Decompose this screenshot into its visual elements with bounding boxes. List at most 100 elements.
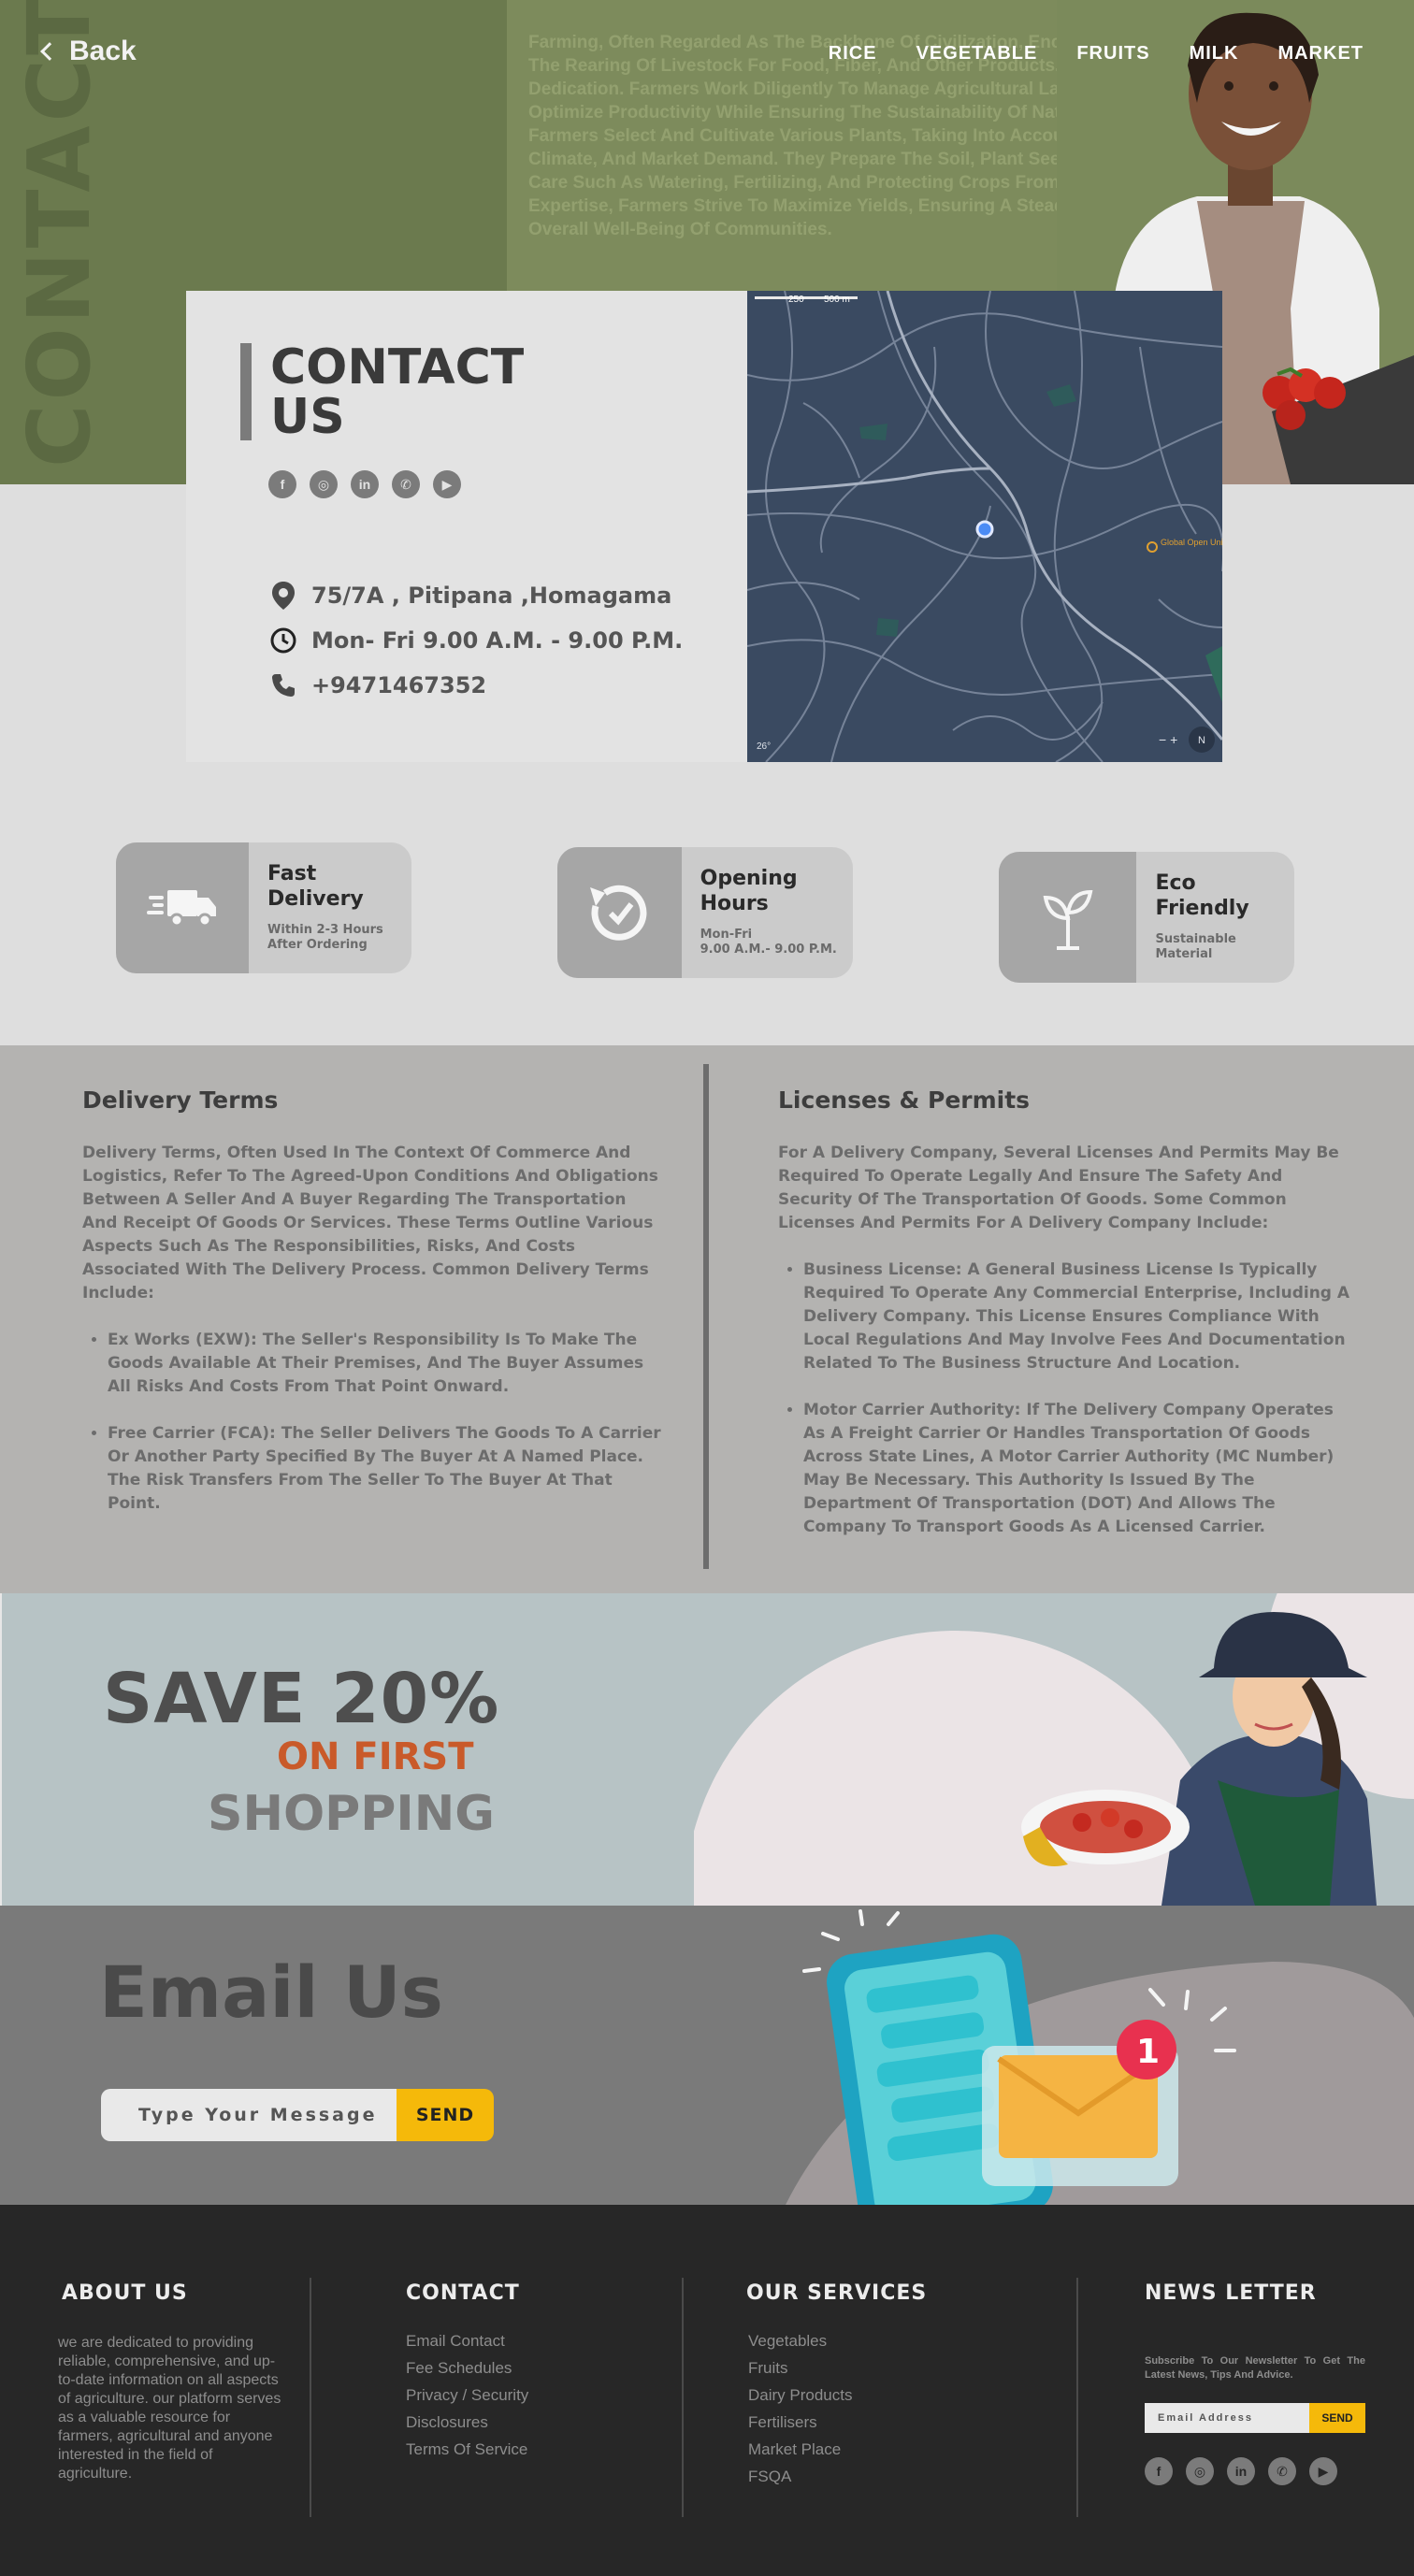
licenses-list: Business License: A General Business Lic… [778, 1259, 1358, 1539]
contact-title: CONTACT US [270, 339, 525, 445]
promo-photo [694, 1593, 1414, 1906]
footer-link-vegetables[interactable]: Vegetables [748, 2332, 852, 2351]
contact-hours-text: Mon- Fri 9.00 A.M. - 9.00 P.M. [311, 627, 684, 654]
delivery-terms: Delivery Terms Delivery Terms, Often Use… [82, 1087, 662, 1539]
footer-newsletter-text: Subscribe To Our Newsletter To Get The L… [1145, 2355, 1365, 2381]
footer-divider [682, 2278, 684, 2517]
whatsapp-icon[interactable]: ✆ [392, 470, 420, 498]
sprout-icon [999, 852, 1137, 983]
send-button[interactable]: SEND [397, 2089, 494, 2141]
map-scale-b: 500 m [824, 295, 850, 305]
promo-line-2: ON FIRST [277, 1735, 474, 1778]
email-illustration: 1 [786, 1909, 1414, 2205]
footer-services-links: Vegetables Fruits Dairy Products Fertili… [748, 2332, 852, 2486]
linkedin-icon[interactable]: in [351, 470, 379, 498]
footer-contact-title: CONTACT [406, 2281, 520, 2305]
main-nav: RICE VEGETABLE FRUITS MILK MARKET [829, 43, 1364, 65]
instagram-icon[interactable]: ◎ [310, 470, 338, 498]
delivery-terms-title: Delivery Terms [82, 1087, 279, 1114]
footer-link-fee-schedules[interactable]: Fee Schedules [406, 2359, 528, 2378]
map-widget[interactable]: 250 500 m Global Open University Town 26… [747, 291, 1222, 762]
contact-hours: Mon- Fri 9.00 A.M. - 9.00 P.M. [268, 626, 683, 655]
facebook-icon[interactable]: f [1145, 2457, 1173, 2485]
promo-banner[interactable]: SAVE 20% ON FIRST SHOPPING [0, 1593, 1414, 1906]
phone-icon [268, 670, 298, 700]
delivery-terms-list: Ex Works (EXW): The Seller's Responsibil… [82, 1329, 662, 1516]
feature-title: Opening Hours [700, 867, 798, 915]
contact-address: 75/7A , Pitipana ,Homagama [268, 581, 671, 611]
linkedin-icon[interactable]: in [1227, 2457, 1255, 2485]
back-label: Back [69, 36, 137, 66]
truck-icon [116, 842, 250, 973]
promo-line-1: SAVE 20% [103, 1659, 500, 1739]
nav-rice[interactable]: RICE [829, 43, 877, 65]
feature-eco-friendly: Eco Friendly Sustainable Material [999, 852, 1294, 983]
map-roads: 250 500 m Global Open University Town 26… [747, 291, 1222, 762]
email-section: 1 Email Us SEND [0, 1906, 1414, 2205]
footer-link-terms[interactable]: Terms Of Service [406, 2440, 528, 2459]
footer-link-fsqa[interactable]: FSQA [748, 2468, 852, 2486]
map-compass-icon[interactable]: N [1198, 735, 1205, 746]
feature-subtitle: Within 2-3 Hours After Ordering [267, 923, 383, 952]
youtube-icon[interactable]: ▶ [433, 470, 461, 498]
email-title: Email Us [99, 1950, 443, 2034]
map-scale-a: 250 [788, 295, 804, 305]
list-item: Free Carrier (FCA): The Seller Delivers … [108, 1422, 662, 1516]
contact-phone[interactable]: +9471467352 [268, 670, 486, 700]
footer-link-fruits[interactable]: Fruits [748, 2359, 852, 2378]
promo-line-3: SHOPPING [208, 1786, 495, 1842]
footer-about-text: we are dedicated to providing reliable, … [58, 2335, 281, 2482]
licenses-permits: Licenses & Permits For A Delivery Compan… [778, 1087, 1358, 1562]
instagram-icon[interactable]: ◎ [1186, 2457, 1214, 2485]
list-item: Motor Carrier Authority: If The Delivery… [803, 1399, 1358, 1539]
feature-subtitle: Sustainable Material [1155, 932, 1236, 961]
footer-divider [1076, 2278, 1078, 2517]
map-zoom-controls[interactable]: − + [1159, 732, 1177, 747]
list-item: Business License: A General Business Lic… [803, 1259, 1358, 1375]
map-weather: 26° [757, 741, 771, 752]
feature-title: Eco Friendly [1155, 871, 1249, 920]
map-place-label: Global Open University Town [1161, 538, 1222, 547]
footer-link-privacy[interactable]: Privacy / Security [406, 2386, 528, 2405]
newsletter-send-button[interactable]: SEND [1309, 2403, 1365, 2433]
footer-link-email-contact[interactable]: Email Contact [406, 2332, 528, 2351]
nav-market[interactable]: MARKET [1277, 43, 1364, 65]
footer-social-links: f ◎ in ✆ ▶ [1145, 2457, 1337, 2485]
licenses-intro: For A Delivery Company, Several Licenses… [778, 1144, 1339, 1232]
hero-vertical-title: CONTACT US [9, 0, 109, 468]
social-links: f ◎ in ✆ ▶ [268, 470, 461, 498]
nav-vegetable[interactable]: VEGETABLE [916, 43, 1038, 65]
newsletter-email-input[interactable] [1145, 2403, 1309, 2433]
contact-card: CONTACT US f ◎ in ✆ ▶ 75/7A , Pitipana ,… [186, 291, 747, 762]
licenses-title: Licenses & Permits [778, 1087, 1031, 1114]
facebook-icon[interactable]: f [268, 470, 296, 498]
features-section: Fast Delivery Within 2-3 Hours After Ord… [0, 762, 1414, 1045]
location-pin-icon [268, 581, 298, 611]
chevron-left-icon [40, 42, 59, 61]
terms-section: Delivery Terms Delivery Terms, Often Use… [0, 1045, 1414, 1593]
back-button[interactable]: Back [40, 36, 137, 67]
contact-phone-text: +9471467352 [311, 672, 487, 698]
message-input[interactable] [101, 2089, 397, 2141]
feature-fast-delivery: Fast Delivery Within 2-3 Hours After Ord… [116, 842, 411, 973]
page: CONTACT US Back Farming, Often Regarded … [0, 0, 1414, 2576]
footer-link-market-place[interactable]: Market Place [748, 2440, 852, 2459]
list-item: Ex Works (EXW): The Seller's Responsibil… [108, 1329, 662, 1399]
footer-about-title: ABOUT US [62, 2281, 188, 2305]
footer-link-disclosures[interactable]: Disclosures [406, 2413, 528, 2432]
terms-divider [703, 1064, 709, 1569]
nav-milk[interactable]: MILK [1190, 43, 1239, 65]
email-form: SEND [101, 2089, 494, 2141]
nav-fruits[interactable]: FRUITS [1076, 43, 1149, 65]
footer-newsletter-title: NEWS LETTER [1145, 2281, 1317, 2305]
location-marker-icon [975, 520, 994, 539]
whatsapp-icon[interactable]: ✆ [1268, 2457, 1296, 2485]
feature-opening-hours: Opening Hours Mon-Fri 9.00 A.M.- 9.00 P.… [557, 847, 853, 978]
footer-link-dairy[interactable]: Dairy Products [748, 2386, 852, 2405]
feature-title: Fast Delivery [267, 862, 364, 911]
footer-contact-links: Email Contact Fee Schedules Privacy / Se… [406, 2332, 528, 2459]
footer-link-fertilisers[interactable]: Fertilisers [748, 2413, 852, 2432]
footer-services-title: OUR SERVICES [746, 2281, 928, 2305]
newsletter-form: SEND [1145, 2403, 1365, 2433]
youtube-icon[interactable]: ▶ [1309, 2457, 1337, 2485]
